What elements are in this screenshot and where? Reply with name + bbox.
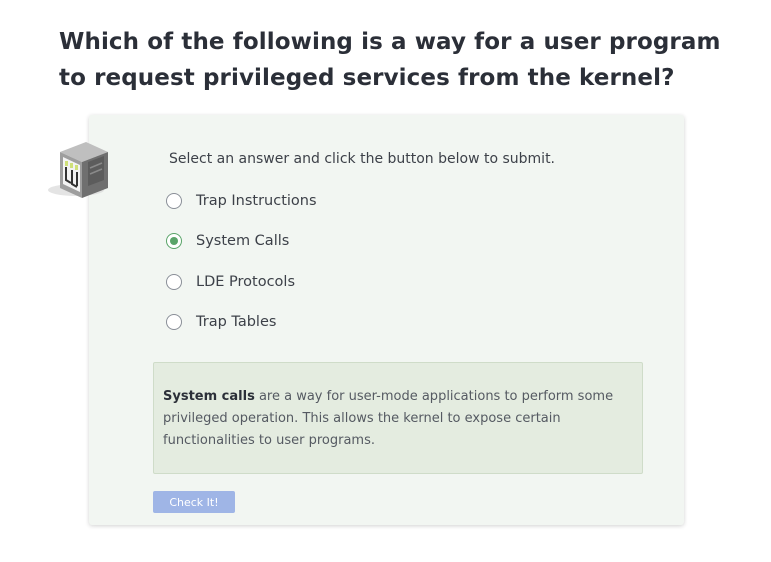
option-label: System Calls [196,233,290,249]
quiz-card: Select an answer and click the button be… [89,115,684,525]
check-it-button[interactable]: Check It! [153,491,235,513]
option-label: Trap Tables [196,314,277,330]
feedback-term: System calls [163,389,255,404]
question-title: Which of the following is a way for a us… [59,29,721,91]
option-trap-instructions[interactable]: Trap Instructions [166,189,317,213]
answer-feedback: System calls are a way for user-mode app… [153,362,643,474]
option-trap-tables[interactable]: Trap Tables [166,310,276,334]
radio-button[interactable] [166,274,182,290]
radio-button[interactable] [166,314,182,330]
option-label: Trap Instructions [196,193,317,209]
quiz-page: Which of the following is a way for a us… [0,0,771,562]
radio-button-selected[interactable] [166,233,182,249]
server-rack-icon [48,142,108,198]
option-lde-protocols[interactable]: LDE Protocols [166,270,295,294]
option-label: LDE Protocols [196,274,296,290]
quiz-instructions: Select an answer and click the button be… [169,151,556,167]
option-system-calls[interactable]: System Calls [166,229,289,253]
radio-button[interactable] [166,193,182,209]
